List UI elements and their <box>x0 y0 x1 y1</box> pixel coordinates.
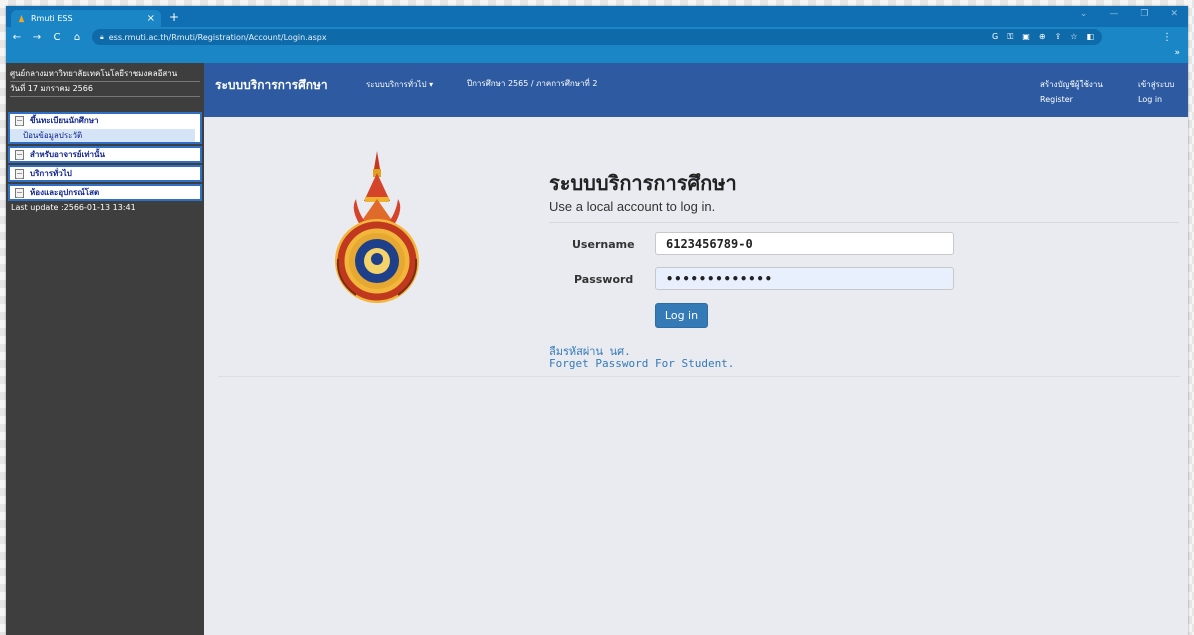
tab-close-icon[interactable]: × <box>147 13 155 24</box>
forward-icon[interactable]: → <box>32 32 42 43</box>
new-tab-button[interactable]: + <box>169 10 179 24</box>
last-update: Last update :2566-01-13 13:41 <box>11 203 136 212</box>
register-link[interactable]: สร้างบัญชีผู้ใช้งาน Register <box>1040 77 1103 107</box>
sidebar-subitem-profile[interactable]: ป้อนข้อมูลประวัติ <box>10 129 195 142</box>
share-icon[interactable]: ⇪ <box>1055 32 1062 42</box>
address-bar: ← → C ⌂ 🔒︎ ess.rmuti.ac.th/Rmuti/Registr… <box>6 27 1188 47</box>
translate-icon[interactable]: ▣ <box>1022 32 1030 42</box>
sidebar-item-teachers[interactable]: สำหรับอาจารย์เท่านั้น <box>8 146 202 163</box>
sidebar-item-general-services[interactable]: บริการทั่วไป <box>8 165 202 182</box>
divider <box>218 376 1180 377</box>
sidebar-item-label: สำหรับอาจารย์เท่านั้น <box>30 150 105 159</box>
divider <box>549 222 1179 223</box>
sidebar: ศูนย์กลางมหาวิทยาลัยเทคโนโลยีราชมงคลอีสา… <box>6 63 204 635</box>
login-button[interactable]: Log in <box>655 303 708 328</box>
current-date: วันที่ 17 มกราคม 2566 <box>10 82 200 97</box>
general-services-dropdown[interactable]: ระบบบริการทั่วไป ▾ <box>366 78 433 91</box>
login-subtitle: Use a local account to log in. <box>549 199 716 214</box>
lock-icon[interactable]: 🔒︎ <box>100 33 104 42</box>
brand-link[interactable]: ระบบบริการการศึกษา <box>215 76 328 95</box>
reload-icon[interactable]: C <box>52 32 62 43</box>
bookmark-bar: » <box>6 47 1188 63</box>
document-icon <box>15 149 24 160</box>
document-icon <box>15 187 24 198</box>
academic-term: ปีการศึกษา 2565 / ภาคการศึกษาที่ 2 <box>467 79 598 88</box>
home-icon[interactable]: ⌂ <box>72 32 82 43</box>
sidebar-item-label: บริการทั่วไป <box>30 169 72 178</box>
tab-title: Rmuti ESS <box>31 14 73 23</box>
close-icon[interactable]: ✕ <box>1170 9 1178 19</box>
sidebar-header: ศูนย์กลางมหาวิทยาลัยเทคโนโลยีราชมงคลอีสา… <box>6 63 204 100</box>
tab-bar: Rmuti ESS × + ⌄ — ❐ ✕ <box>6 6 1188 27</box>
chevron-down-icon[interactable]: ⌄ <box>1080 9 1088 19</box>
org-name: ศูนย์กลางมหาวิทยาลัยเทคโนโลยีราชมงคลอีสา… <box>10 67 200 82</box>
username-field[interactable]: 6123456789-0 <box>655 232 954 255</box>
browser-tab[interactable]: Rmuti ESS × <box>11 10 161 27</box>
browser-window: Rmuti ESS × + ⌄ — ❐ ✕ ← → C ⌂ 🔒︎ ess.rmu… <box>6 6 1188 635</box>
google-icon[interactable]: G <box>992 32 998 42</box>
window-controls: ⌄ — ❐ ✕ <box>1080 9 1178 19</box>
document-icon <box>15 115 24 126</box>
sidebar-menu: ขึ้นทะเบียนนักศึกษา ป้อนข้อมูลประวัติ สำ… <box>6 100 204 212</box>
main-content: ระบบบริการการศึกษา Use a local account t… <box>204 117 1188 635</box>
sidepanel-icon[interactable]: ◧ <box>1086 32 1094 42</box>
login-title: ระบบบริการการศึกษา <box>549 171 737 195</box>
login-label-en: Log in <box>1138 95 1163 104</box>
sidebar-item-student-register[interactable]: ขึ้นทะเบียนนักศึกษา ป้อนข้อมูลประวัติ <box>8 112 202 144</box>
favicon-icon <box>18 14 25 23</box>
document-icon <box>15 168 24 179</box>
register-label-en: Register <box>1040 95 1073 104</box>
star-icon[interactable]: ☆ <box>1070 32 1077 42</box>
username-label: Username <box>572 238 635 251</box>
zoom-icon[interactable]: ⊕ <box>1039 32 1046 42</box>
url-actions: G ⚿ ▣ ⊕ ⇪ ☆ ◧ <box>992 32 1094 42</box>
more-bookmarks-icon[interactable]: » <box>1174 48 1180 58</box>
nav-buttons: ← → C ⌂ <box>12 32 82 43</box>
browser-menu-icon[interactable]: ⋮ <box>1162 32 1172 43</box>
login-link[interactable]: เข้าสู่ระบบ Log in <box>1138 77 1174 107</box>
forgot-password-en-link[interactable]: Forget Password For Student. <box>549 357 734 370</box>
sidebar-item-label: ขึ้นทะเบียนนักศึกษา <box>30 116 99 125</box>
key-icon[interactable]: ⚿ <box>1007 32 1013 42</box>
back-icon[interactable]: ← <box>12 32 22 43</box>
restore-icon[interactable]: ❐ <box>1140 9 1148 19</box>
login-label-th: เข้าสู่ระบบ <box>1138 80 1175 89</box>
register-label-th: สร้างบัญชีผู้ใช้งาน <box>1040 80 1103 89</box>
password-label: Password <box>574 273 634 286</box>
url-field[interactable]: 🔒︎ ess.rmuti.ac.th/Rmuti/Registration/Ac… <box>92 29 1102 45</box>
minimize-icon[interactable]: — <box>1109 9 1118 19</box>
page: ศูนย์กลางมหาวิทยาลัยเทคโนโลยีราชมงคลอีสา… <box>6 63 1188 635</box>
url-text: ess.rmuti.ac.th/Rmuti/Registration/Accou… <box>108 32 327 42</box>
university-seal-logo <box>335 151 419 303</box>
sidebar-item-av-rooms[interactable]: ห้องและอุปกรณ์โสต <box>8 184 202 201</box>
password-field[interactable]: ••••••••••••• <box>655 267 954 290</box>
top-navbar: ระบบบริการการศึกษา ระบบบริการทั่วไป ▾ ปี… <box>204 63 1188 117</box>
sidebar-item-label: ห้องและอุปกรณ์โสต <box>30 188 100 197</box>
